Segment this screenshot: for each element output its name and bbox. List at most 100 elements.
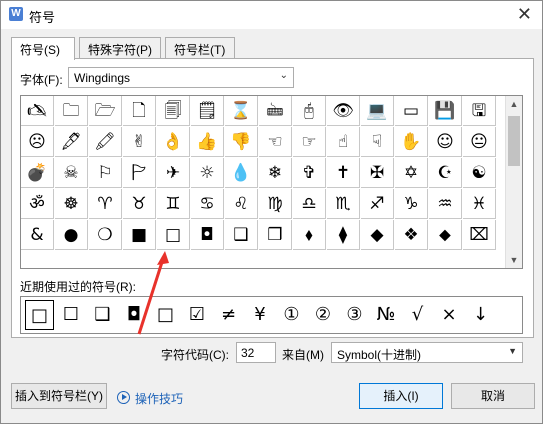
symbol-cell[interactable]: ❍ bbox=[89, 220, 122, 250]
symbol-cell[interactable]: 💾 bbox=[429, 96, 462, 126]
recent-symbol-cell[interactable]: ③ bbox=[340, 300, 369, 330]
symbol-cell[interactable]: ♎ bbox=[293, 189, 326, 219]
symbol-cell[interactable]: ♑ bbox=[395, 189, 428, 219]
symbol-cell[interactable]: ◆ bbox=[361, 220, 394, 250]
play-circle-icon[interactable] bbox=[117, 391, 130, 404]
symbol-cell[interactable]: ☼ bbox=[191, 158, 224, 188]
symbol-cell[interactable]: 👌 bbox=[157, 127, 190, 157]
tab-special-characters[interactable]: 特殊字符(P) bbox=[79, 37, 161, 59]
symbol-cell[interactable]: ⧫ bbox=[327, 220, 360, 250]
insert-to-symbol-bar-button[interactable]: 插入到符号栏(Y) bbox=[11, 383, 107, 409]
symbol-cell[interactable]: 🗁 bbox=[89, 96, 122, 126]
symbol-cell[interactable]: ⚐ bbox=[89, 158, 122, 188]
symbol-grid[interactable]: 🖎 🗀 🗁 🗋 🗐 🗒 ⌛ 🖮 🖰 👁 💻 ▭ 💾 🖫 ☹ 🖋 🖍 ✌ 👌 👍 👎 ☜ ☞ ☝ ☟ ✋ ☺ 😐 💣 ☠ ⚐ 🏱 ✈ ☼ 💧 ❄ ✞ ✝ ✠ ✡… bbox=[20, 95, 523, 269]
symbol-cell[interactable]: 👁 bbox=[327, 96, 360, 126]
symbol-cell[interactable]: ■ bbox=[123, 220, 156, 250]
symbol-cell[interactable]: ☠ bbox=[55, 158, 88, 188]
tab-symbols[interactable]: 符号(S) bbox=[11, 37, 75, 60]
symbol-cell[interactable]: ☞ bbox=[293, 127, 326, 157]
symbol-cell[interactable]: ♌ bbox=[225, 189, 258, 219]
symbol-cell[interactable]: 🏱 bbox=[123, 158, 156, 188]
symbol-cell[interactable]: ☜ bbox=[259, 127, 292, 157]
symbol-cell[interactable]: ⌧ bbox=[463, 220, 496, 250]
symbol-cell[interactable]: ॐ bbox=[21, 189, 54, 219]
recent-symbol-cell[interactable]: № bbox=[372, 300, 401, 330]
recent-symbol-cell[interactable]: ≠ bbox=[214, 300, 243, 330]
symbol-cell[interactable]: 🖋 bbox=[55, 127, 88, 157]
char-code-input[interactable]: 32 bbox=[236, 342, 276, 363]
symbol-cell[interactable]: 🖮 bbox=[259, 96, 292, 126]
recent-symbol-cell[interactable]: ◘ bbox=[120, 300, 149, 330]
symbol-cell[interactable]: ✠ bbox=[361, 158, 394, 188]
symbol-cell[interactable]: 😐 bbox=[463, 127, 496, 157]
symbol-cell[interactable]: ✋ bbox=[395, 127, 428, 157]
symbol-cell[interactable]: ❒ bbox=[259, 220, 292, 250]
symbol-cell[interactable]: ❖ bbox=[395, 220, 428, 250]
symbol-cell[interactable]: ☯ bbox=[463, 158, 496, 188]
symbol-cell[interactable]: ✞ bbox=[293, 158, 326, 188]
symbol-cell[interactable]: ▭ bbox=[395, 96, 428, 126]
tips-link[interactable]: 操作技巧 bbox=[135, 390, 183, 407]
from-select[interactable]: Symbol(十进制) ▼ bbox=[331, 342, 523, 363]
scroll-down-icon[interactable]: ▼ bbox=[506, 252, 522, 268]
recent-symbol-cell[interactable]: □ bbox=[25, 300, 54, 330]
symbol-cell[interactable]: ☹ bbox=[21, 127, 54, 157]
symbol-cell[interactable]: 🖰 bbox=[293, 96, 326, 126]
symbol-cell[interactable]: ♓ bbox=[463, 189, 496, 219]
font-select[interactable]: Wingdings ⌄ bbox=[68, 67, 294, 88]
symbol-cell[interactable]: ♏ bbox=[327, 189, 360, 219]
symbol-cell[interactable]: ☺ bbox=[429, 127, 462, 157]
recent-symbol-cell[interactable]: ¥ bbox=[246, 300, 275, 330]
symbol-cell[interactable]: ☸ bbox=[55, 189, 88, 219]
symbol-cell[interactable]: ✝ bbox=[327, 158, 360, 188]
cancel-button[interactable]: 取消 bbox=[451, 383, 535, 409]
symbol-cell[interactable]: ✌ bbox=[123, 127, 156, 157]
symbol-cell[interactable]: 🗐 bbox=[157, 96, 190, 126]
symbol-cell[interactable]: ✡ bbox=[395, 158, 428, 188]
symbol-cell[interactable]: 💧 bbox=[225, 158, 258, 188]
symbol-cell[interactable]: ☪ bbox=[429, 158, 462, 188]
close-icon[interactable]: ✕ bbox=[517, 4, 532, 24]
tab-symbol-bar[interactable]: 符号栏(T) bbox=[165, 37, 235, 59]
recent-symbol-cell[interactable]: □ bbox=[151, 300, 180, 330]
symbol-cell[interactable]: ♊ bbox=[157, 189, 190, 219]
symbol-cell[interactable]: 🖫 bbox=[463, 96, 496, 126]
recent-symbol-cell[interactable]: ❑ bbox=[88, 300, 117, 330]
recent-symbol-cell[interactable]: ② bbox=[309, 300, 338, 330]
symbol-cell[interactable]: 👍 bbox=[191, 127, 224, 157]
symbol-cell[interactable]: ♍ bbox=[259, 189, 292, 219]
insert-button[interactable]: 插入(I) bbox=[359, 383, 443, 409]
symbol-cell[interactable]: ♐ bbox=[361, 189, 394, 219]
symbol-cell[interactable]: ⬥ bbox=[429, 220, 462, 250]
symbol-cell[interactable]: ⬧ bbox=[293, 220, 326, 250]
symbol-cell[interactable]: 👎 bbox=[225, 127, 258, 157]
symbol-cell[interactable]: 🖎 bbox=[21, 96, 54, 126]
symbol-cell[interactable]: ☟ bbox=[361, 127, 394, 157]
symbol-cell[interactable]: 🗀 bbox=[55, 96, 88, 126]
symbol-cell[interactable]: ♋ bbox=[191, 189, 224, 219]
symbol-cell[interactable]: ☝ bbox=[327, 127, 360, 157]
symbol-cell[interactable]: ♉ bbox=[123, 189, 156, 219]
symbol-cell[interactable]: ❑ bbox=[225, 220, 258, 250]
recent-symbol-cell[interactable]: ↓ bbox=[466, 300, 495, 330]
grid-scrollbar[interactable]: ▲ ▼ bbox=[505, 96, 522, 268]
symbol-cell[interactable]: ✈ bbox=[157, 158, 190, 188]
recent-symbol-cell[interactable]: × bbox=[435, 300, 464, 330]
recent-symbol-cell[interactable]: ☐ bbox=[57, 300, 86, 330]
symbol-cell[interactable]: & bbox=[21, 220, 54, 250]
recent-symbol-cell[interactable]: ☑ bbox=[183, 300, 212, 330]
symbol-cell[interactable]: ⌛ bbox=[225, 96, 258, 126]
symbol-cell[interactable]: □ bbox=[157, 220, 190, 250]
scroll-up-icon[interactable]: ▲ bbox=[506, 96, 522, 112]
symbol-cell[interactable]: ◘ bbox=[191, 220, 224, 250]
symbol-cell[interactable]: ● bbox=[55, 220, 88, 250]
symbol-cell[interactable]: 🗋 bbox=[123, 96, 156, 126]
symbol-cell[interactable]: ❄ bbox=[259, 158, 292, 188]
symbol-cell[interactable]: 💻 bbox=[361, 96, 394, 126]
symbol-cell[interactable]: ♒ bbox=[429, 189, 462, 219]
symbol-cell[interactable]: ♈ bbox=[89, 189, 122, 219]
symbol-cell[interactable]: 🗒 bbox=[191, 96, 224, 126]
recent-symbol-cell[interactable]: √ bbox=[403, 300, 432, 330]
recent-symbol-cell[interactable]: ① bbox=[277, 300, 306, 330]
symbol-cell[interactable]: 💣 bbox=[21, 158, 54, 188]
